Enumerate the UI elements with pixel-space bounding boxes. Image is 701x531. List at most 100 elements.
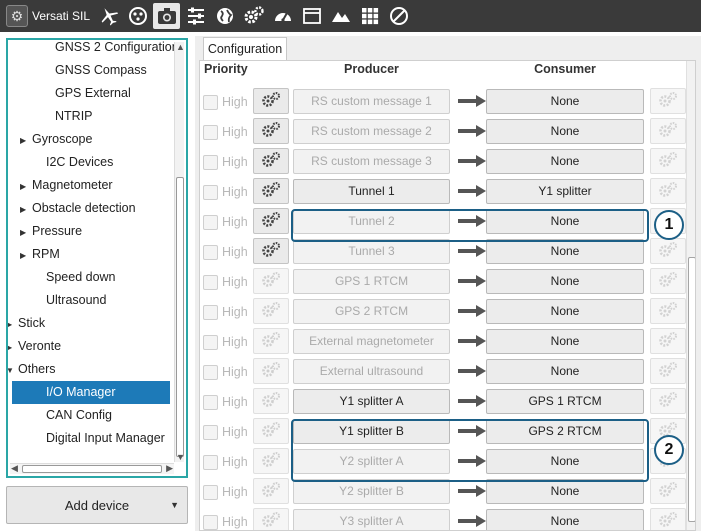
producer-button[interactable]: Tunnel 1 [293, 179, 450, 204]
producer-settings-button[interactable] [253, 328, 289, 354]
sidebar-item-veronte[interactable]: ▶ Veronte [8, 335, 61, 359]
producer-button[interactable]: RS custom message 3 [293, 149, 450, 174]
consumer-button[interactable]: None [486, 509, 644, 530]
tree-scroll-thumb[interactable] [176, 177, 184, 457]
consumer-settings-button[interactable] [650, 238, 686, 264]
producer-button[interactable]: RS custom message 2 [293, 119, 450, 144]
priority-checkbox[interactable] [203, 185, 218, 200]
priority-checkbox[interactable] [203, 275, 218, 290]
priority-checkbox[interactable] [203, 335, 218, 350]
consumer-button[interactable]: None [486, 269, 644, 294]
producer-button[interactable]: RS custom message 1 [293, 89, 450, 114]
tree-hscroll-thumb[interactable] [22, 465, 162, 473]
window-icon[interactable] [298, 3, 325, 29]
camera-icon[interactable] [153, 3, 181, 29]
gears-icon[interactable] [240, 3, 267, 29]
consumer-button[interactable]: GPS 1 RTCM [486, 389, 644, 414]
sidebar-item-gps-external[interactable]: GPS External [55, 82, 131, 105]
sidebar-item-obstacle-detection[interactable]: ▶ Obstacle detection [20, 197, 136, 220]
scroll-right-icon[interactable]: ▶ [166, 463, 173, 474]
producer-settings-button[interactable] [253, 298, 289, 324]
sidebar-item-digital-input-manager[interactable]: Digital Input Manager [46, 427, 165, 450]
producer-button[interactable]: GPS 1 RTCM [293, 269, 450, 294]
sidebar-item-i-o-manager[interactable]: I/O Manager [12, 381, 170, 404]
consumer-button[interactable]: None [486, 149, 644, 174]
producer-settings-button[interactable] [253, 268, 289, 294]
producer-button[interactable]: External magnetometer [293, 329, 450, 354]
producer-settings-button[interactable] [253, 448, 289, 474]
consumer-settings-button[interactable] [650, 268, 686, 294]
add-device-button[interactable]: Add device ▼ [6, 486, 188, 524]
airplane-icon[interactable] [95, 3, 122, 29]
scroll-down-icon[interactable]: ▼ [176, 452, 185, 462]
sidebar-item-can-config[interactable]: CAN Config [46, 404, 112, 427]
scroll-up-icon[interactable]: ▲ [176, 42, 185, 52]
consumer-settings-button[interactable] [650, 358, 686, 384]
sidebar-item-stick[interactable]: ▶ Stick [8, 312, 45, 335]
tree-horizontal-scrollbar[interactable]: ◀ ▶ [10, 463, 174, 474]
priority-checkbox[interactable] [203, 425, 218, 440]
producer-button[interactable]: Y2 splitter B [293, 479, 450, 504]
gauge-icon[interactable] [269, 3, 296, 29]
consumer-settings-button[interactable] [650, 148, 686, 174]
producer-settings-button[interactable] [253, 508, 289, 530]
priority-checkbox[interactable] [203, 215, 218, 230]
forbidden-icon[interactable] [385, 3, 412, 29]
consumer-button[interactable]: Y1 splitter [486, 179, 644, 204]
sidebar-item-gnss-compass[interactable]: GNSS Compass [55, 59, 147, 82]
producer-settings-button[interactable] [253, 178, 289, 204]
consumer-settings-button[interactable] [650, 118, 686, 144]
expanded-arrow-icon[interactable]: ▼ [8, 359, 18, 382]
sidebar-item-i2c-devices[interactable]: I2C Devices [46, 151, 113, 174]
sidebar-item-speed-down[interactable]: Speed down [46, 266, 116, 289]
route-icon[interactable] [124, 3, 151, 29]
table-scroll-thumb[interactable] [688, 257, 695, 522]
producer-settings-button[interactable] [253, 88, 289, 114]
producer-settings-button[interactable] [253, 148, 289, 174]
producer-button[interactable]: Y1 splitter A [293, 389, 450, 414]
priority-checkbox[interactable] [203, 125, 218, 140]
scroll-left-icon[interactable]: ◀ [11, 463, 18, 474]
sidebar-item-magnetometer[interactable]: ▶ Magnetometer [20, 174, 113, 197]
dropdown-caret-icon[interactable]: ▼ [170, 500, 179, 510]
tab-configuration[interactable]: Configuration [203, 37, 287, 61]
producer-settings-button[interactable] [253, 238, 289, 264]
producer-button[interactable]: Tunnel 3 [293, 239, 450, 264]
consumer-button[interactable]: None [486, 359, 644, 384]
sidebar-item-rpm[interactable]: ▶ RPM [20, 243, 60, 266]
sliders-icon[interactable] [182, 3, 209, 29]
consumer-settings-button[interactable] [650, 88, 686, 114]
sidebar-item-pressure[interactable]: ▶ Pressure [20, 220, 82, 243]
priority-checkbox[interactable] [203, 395, 218, 410]
consumer-settings-button[interactable] [650, 298, 686, 324]
priority-checkbox[interactable] [203, 365, 218, 380]
producer-settings-button[interactable] [253, 478, 289, 504]
priority-checkbox[interactable] [203, 155, 218, 170]
priority-checkbox[interactable] [203, 95, 218, 110]
consumer-settings-button[interactable] [650, 478, 686, 504]
producer-button[interactable]: Y3 splitter A [293, 509, 450, 530]
consumer-settings-button[interactable] [650, 328, 686, 354]
collapsed-arrow-icon[interactable]: ▶ [20, 221, 32, 244]
producer-settings-button[interactable] [253, 118, 289, 144]
sidebar-item-gyroscope[interactable]: ▶ Gyroscope [20, 128, 92, 151]
collapsed-arrow-icon[interactable]: ▶ [8, 336, 18, 359]
consumer-settings-button[interactable] [650, 508, 686, 530]
priority-checkbox[interactable] [203, 245, 218, 260]
globe-icon[interactable] [211, 3, 238, 29]
priority-checkbox[interactable] [203, 455, 218, 470]
consumer-button[interactable]: None [486, 299, 644, 324]
table-vertical-scrollbar[interactable] [686, 61, 695, 530]
collapsed-arrow-icon[interactable]: ▶ [20, 175, 32, 198]
priority-checkbox[interactable] [203, 515, 218, 530]
collapsed-arrow-icon[interactable]: ▶ [20, 198, 32, 221]
collapsed-arrow-icon[interactable]: ▶ [20, 244, 32, 267]
producer-settings-button[interactable] [253, 418, 289, 444]
consumer-button[interactable]: None [486, 119, 644, 144]
sidebar-item-others[interactable]: ▼ Others [8, 358, 56, 382]
consumer-button[interactable]: None [486, 89, 644, 114]
sidebar-item-ultrasound[interactable]: Ultrasound [46, 289, 106, 312]
collapsed-arrow-icon[interactable]: ▶ [20, 129, 32, 152]
producer-settings-button[interactable] [253, 388, 289, 414]
priority-checkbox[interactable] [203, 305, 218, 320]
